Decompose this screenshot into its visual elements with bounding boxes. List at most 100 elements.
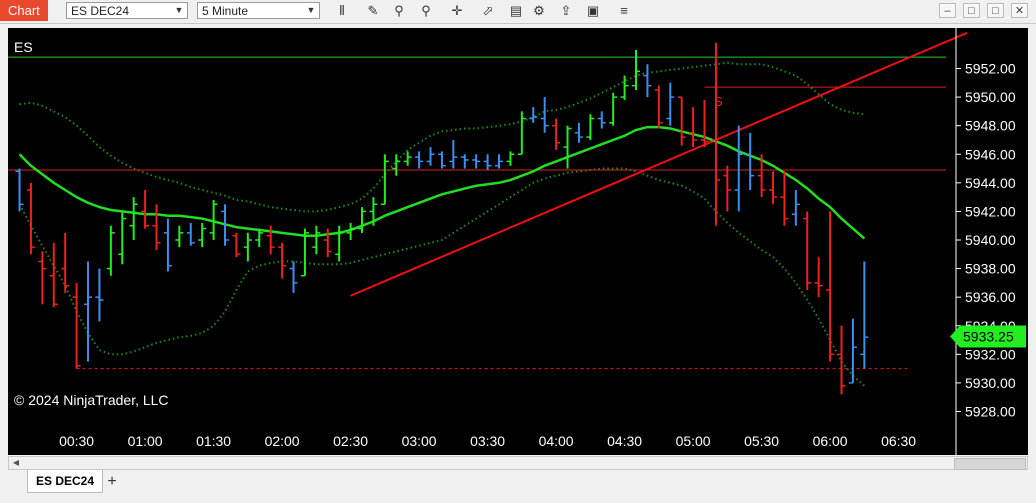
copyright-watermark: © 2024 NinjaTrader, LLC: [14, 392, 169, 408]
price-bar: [654, 85, 663, 129]
price-bar: [460, 154, 469, 169]
price-bar: [72, 282, 81, 369]
price-bar: [689, 107, 698, 148]
price-axis-label: 5938.00: [965, 261, 1016, 277]
time-axis-label: 03:30: [470, 433, 505, 449]
price-bar: [803, 211, 812, 291]
price-bar: [563, 125, 572, 169]
price-bar: [278, 242, 287, 279]
zoom-in-icon[interactable]: ⚲: [390, 3, 408, 19]
price-bar: [437, 151, 446, 169]
price-bar: [791, 189, 800, 226]
dock-icon[interactable]: □: [963, 3, 980, 18]
chart-panel[interactable]: 5952.00 5950.00 5948.00 5946.00 5944.00 5942.…: [8, 28, 1028, 455]
price-bar: [15, 168, 24, 212]
price-axis-label: 5952.00: [965, 61, 1016, 77]
interval-selector-value: 5 Minute: [202, 4, 249, 18]
price-bar: [495, 154, 504, 169]
price-bar: [141, 189, 150, 229]
price-bar: [415, 151, 424, 169]
crosshair-icon[interactable]: ✛: [448, 3, 466, 19]
instrument-selector[interactable]: ES DEC24 ▼: [66, 2, 188, 19]
price-bar: [198, 222, 207, 248]
properties-icon[interactable]: ⚙: [530, 3, 548, 19]
close-icon[interactable]: ✕: [1011, 3, 1028, 18]
price-axis-label: 5942.00: [965, 203, 1016, 219]
chevron-down-icon: ▼: [306, 5, 316, 15]
share-icon[interactable]: ⇪: [557, 3, 575, 19]
price-bar: [449, 139, 458, 169]
price-axis-label: 5932.00: [965, 346, 1016, 362]
price-bar: [597, 111, 606, 129]
price-bar: [472, 154, 481, 169]
interval-selector[interactable]: 5 Minute ▼: [197, 2, 320, 19]
price-axis-label: 5944.00: [965, 175, 1016, 191]
price-bar: [84, 261, 93, 362]
price-bar: [232, 232, 241, 258]
time-axis-label: 03:00: [402, 433, 437, 449]
price-axis-label: 5950.00: [965, 89, 1016, 105]
time-axis-label: 04:30: [607, 433, 642, 449]
tab-bar: ES DEC24 +: [0, 470, 1036, 503]
price-axis-label: 5940.00: [965, 232, 1016, 248]
chevron-down-icon: ▼: [174, 5, 184, 15]
price-bar: [734, 125, 743, 212]
price-bar: [426, 147, 435, 166]
price-bar: [38, 251, 47, 305]
price-bar: [700, 99, 709, 148]
price-bar: [152, 204, 161, 251]
bollinger-upper-band: [19, 61, 865, 213]
time-axis-label: 01:30: [196, 433, 231, 449]
tab-es-dec24[interactable]: ES DEC24: [27, 470, 104, 493]
price-chart[interactable]: 5952.00 5950.00 5948.00 5946.00 5944.00 5942.…: [8, 28, 1028, 455]
price-bar: [483, 154, 492, 170]
horizontal-scrollbar[interactable]: ◀: [8, 456, 1028, 470]
price-bar: [106, 225, 115, 276]
bars-icon[interactable]: ⫴: [333, 3, 351, 19]
price-bar: [529, 107, 538, 123]
price-bar: [837, 325, 846, 395]
scroll-left-icon[interactable]: ◀: [10, 457, 22, 469]
minimize-icon[interactable]: –: [939, 3, 956, 18]
data-box-icon[interactable]: ▤: [507, 3, 525, 19]
pointer-icon[interactable]: ⬀: [479, 3, 497, 19]
price-bar: [666, 82, 675, 126]
toolbar: Chart ES DEC24 ▼ 5 Minute ▼ ⫴ ✎ ⚲ ⚲ ✛ ⬀ …: [0, 0, 1036, 24]
price-axis-label: 5928.00: [965, 404, 1016, 420]
price-bar: [118, 211, 127, 265]
time-axis-label: 06:30: [881, 433, 916, 449]
moving-average-line: [18, 125, 866, 240]
add-tab-icon[interactable]: +: [102, 472, 122, 492]
price-bar: [392, 154, 401, 176]
time-axis-label: 02:30: [333, 433, 368, 449]
pencil-icon[interactable]: ✎: [364, 3, 382, 19]
window-icon[interactable]: ▣: [584, 3, 602, 19]
scrollbar-thumb[interactable]: [954, 458, 1026, 470]
price-axis-label: 5936.00: [965, 289, 1016, 305]
chart-menu-button[interactable]: Chart: [0, 0, 48, 21]
time-axis-label: 04:00: [539, 433, 574, 449]
price-axis-label: 5946.00: [965, 146, 1016, 162]
price-bar: [826, 211, 835, 362]
price-bar: [769, 171, 778, 205]
price-bar: [814, 257, 823, 298]
price-bar: [620, 75, 629, 100]
s-marker-label: S: [714, 94, 723, 109]
maximize-icon[interactable]: □: [987, 3, 1004, 18]
price-axis-label: 5930.00: [965, 375, 1016, 391]
time-axis-label: 01:00: [128, 433, 163, 449]
price-bar: [552, 118, 561, 150]
list-icon[interactable]: ≡: [615, 3, 633, 19]
trend-line: [350, 31, 968, 297]
price-bar: [586, 114, 595, 140]
price-bar: [312, 225, 321, 255]
current-price-label: 5933.25: [963, 328, 1014, 344]
price-bar: [163, 218, 172, 272]
time-axis-label: 05:30: [744, 433, 779, 449]
price-bar: [780, 171, 789, 226]
instrument-label: ES: [14, 39, 33, 55]
bollinger-lower-band: [18, 167, 866, 387]
zoom-out-icon[interactable]: ⚲: [417, 3, 435, 19]
price-bar: [403, 151, 412, 166]
price-bar: [186, 222, 195, 246]
